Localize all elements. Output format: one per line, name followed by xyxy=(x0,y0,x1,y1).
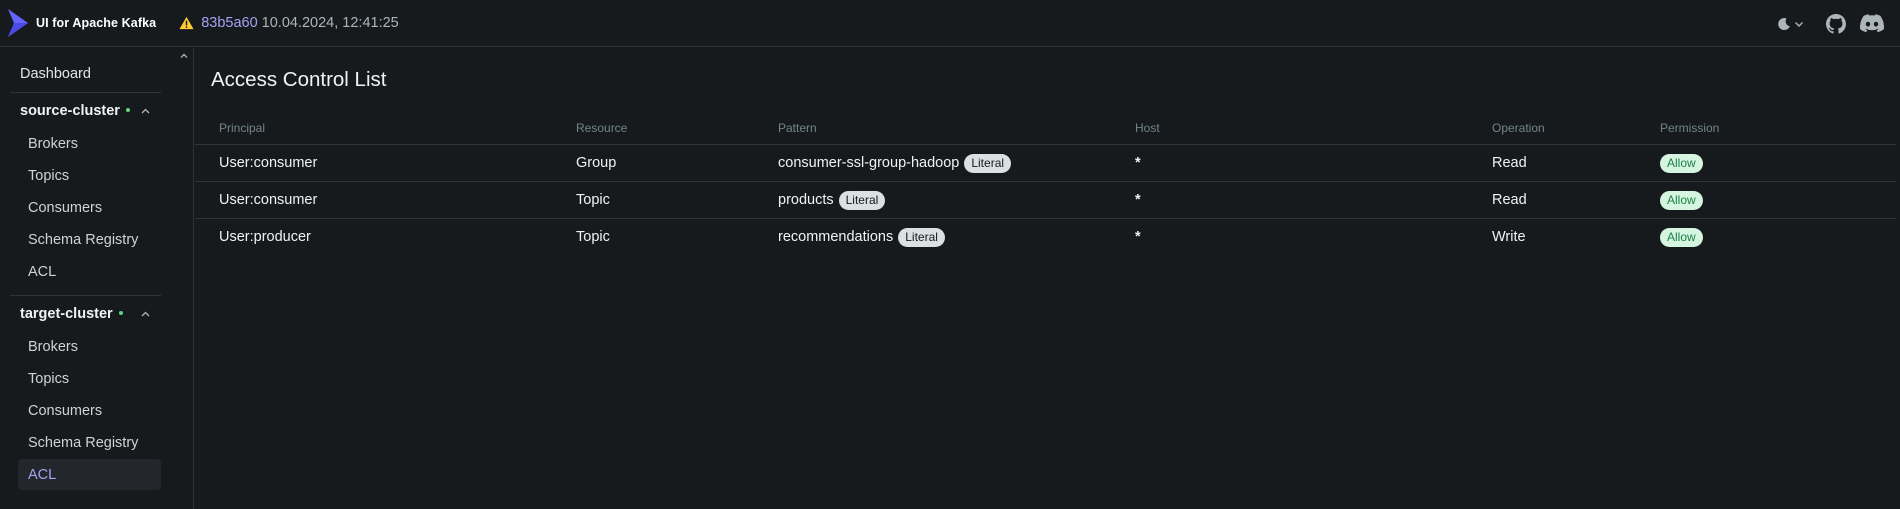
cell-pattern: recommendations Literal xyxy=(778,219,945,255)
cell-permission: Allow xyxy=(1660,219,1703,255)
warning-icon xyxy=(179,16,194,30)
sidebar-item-dashboard[interactable]: Dashboard xyxy=(10,58,153,89)
table-row[interactable]: User:consumer Topic products Literal * R… xyxy=(195,182,1896,219)
cell-resource: Group xyxy=(576,155,617,171)
theme-toggle[interactable] xyxy=(1777,17,1804,31)
pattern-name: recommendations xyxy=(778,229,894,245)
chevron-up-icon xyxy=(141,108,150,114)
column-header-permission: Permission xyxy=(1660,121,1720,135)
table-row[interactable]: User:producer Topic recommendations Lite… xyxy=(195,219,1896,256)
build-date: 10.04.2024, 12:41:25 xyxy=(261,15,399,31)
version-info: 83b5a60 10.04.2024, 12:41:25 xyxy=(179,15,399,31)
acl-table: Principal Resource Pattern Host Operatio… xyxy=(195,118,1896,256)
sidebar-item-label: ACL xyxy=(28,263,57,280)
cluster-name: source-cluster xyxy=(20,102,120,119)
cell-operation: Read xyxy=(1492,155,1527,171)
sidebar-item-schema-registry[interactable]: Schema Registry xyxy=(18,427,161,458)
scroll-up-icon[interactable] xyxy=(179,51,189,61)
brand-link[interactable]: UI for Apache Kafka xyxy=(6,8,156,38)
cluster-name: target-cluster xyxy=(20,305,113,322)
chevron-down-icon xyxy=(1795,21,1803,27)
cell-operation: Read xyxy=(1492,192,1527,208)
column-header-host: Host xyxy=(1135,121,1160,135)
sidebar-item-label: Schema Registry xyxy=(28,231,139,248)
sidebar-item-consumers[interactable]: Consumers xyxy=(18,192,161,223)
sidebar-item-label: Schema Registry xyxy=(28,434,139,451)
sidebar-item-brokers[interactable]: Brokers xyxy=(18,128,161,159)
cell-host: * xyxy=(1135,192,1141,208)
pattern-type-badge: Literal xyxy=(898,227,945,247)
github-icon[interactable] xyxy=(1826,13,1846,34)
cell-permission: Allow xyxy=(1660,145,1703,181)
sidebar-item-consumers[interactable]: Consumers xyxy=(18,395,161,426)
kafka-ui-logo-icon xyxy=(8,9,28,37)
sidebar-item-label: Consumers xyxy=(28,402,103,419)
sidebar-item-label: Topics xyxy=(28,167,70,184)
sidebar-item-acl[interactable]: ACL xyxy=(18,256,161,287)
column-header-operation: Operation xyxy=(1492,121,1545,135)
cell-host: * xyxy=(1135,155,1141,171)
cell-permission: Allow xyxy=(1660,182,1703,218)
cluster-status-dot xyxy=(125,107,130,112)
column-header-resource: Resource xyxy=(576,121,628,135)
chevron-up-icon xyxy=(141,311,150,317)
column-header-principal: Principal xyxy=(219,121,266,135)
table-header: Principal Resource Pattern Host Operatio… xyxy=(195,118,1896,145)
cell-principal: User:consumer xyxy=(219,192,318,208)
sidebar-item-label: Brokers xyxy=(28,135,78,152)
page-title: Access Control List xyxy=(211,68,387,91)
sidebar-item-topics[interactable]: Topics xyxy=(18,363,161,394)
sidebar-item-label: Dashboard xyxy=(20,65,91,82)
pattern-type-badge: Literal xyxy=(838,190,886,210)
cell-pattern: consumer-ssl-group-hadoop Literal xyxy=(778,145,1012,181)
cell-principal: User:consumer xyxy=(219,155,318,171)
pattern-name: products xyxy=(778,192,834,208)
cell-principal: User:producer xyxy=(219,229,311,245)
top-navbar: UI for Apache Kafka 83b5a60 10.04.2024, … xyxy=(0,0,1900,47)
permission-badge: Allow xyxy=(1660,227,1703,247)
cell-resource: Topic xyxy=(576,229,610,245)
sidebar-item-topics[interactable]: Topics xyxy=(18,160,161,191)
sidebar-divider xyxy=(10,92,161,93)
app-title: UI for Apache Kafka xyxy=(36,16,157,30)
sidebar-item-label: Consumers xyxy=(28,199,103,216)
sidebar-item-label: Brokers xyxy=(28,338,78,355)
sidebar-item-schema-registry[interactable]: Schema Registry xyxy=(18,224,161,255)
cell-host: * xyxy=(1135,229,1141,245)
discord-icon[interactable] xyxy=(1860,13,1884,34)
pattern-type-badge: Literal xyxy=(964,153,1012,173)
table-row[interactable]: User:consumer Group consumer-ssl-group-h… xyxy=(195,145,1896,182)
sidebar-item-label: Topics xyxy=(28,370,70,387)
moon-icon xyxy=(1778,17,1790,30)
main-content: Access Control List Principal Resource P… xyxy=(195,48,1900,509)
pattern-name: consumer-ssl-group-hadoop xyxy=(778,155,960,171)
cell-operation: Write xyxy=(1492,229,1526,245)
sidebar-divider xyxy=(10,295,161,296)
sidebar-item-brokers[interactable]: Brokers xyxy=(18,331,161,362)
cell-resource: Topic xyxy=(576,192,610,208)
cell-pattern: products Literal xyxy=(778,182,886,218)
sidebar: Dashboard source-cluster Brokers Topics … xyxy=(0,48,194,509)
sidebar-item-label: ACL xyxy=(28,466,57,483)
permission-badge: Allow xyxy=(1660,153,1703,173)
cluster-toggle-source-cluster[interactable]: source-cluster xyxy=(10,95,161,126)
permission-badge: Allow xyxy=(1660,190,1703,210)
column-header-pattern: Pattern xyxy=(778,121,817,135)
sidebar-item-acl-active[interactable]: ACL xyxy=(18,459,161,490)
cluster-toggle-target-cluster[interactable]: target-cluster xyxy=(10,298,161,329)
commit-link[interactable]: 83b5a60 xyxy=(201,15,257,31)
cluster-status-dot xyxy=(118,310,123,315)
